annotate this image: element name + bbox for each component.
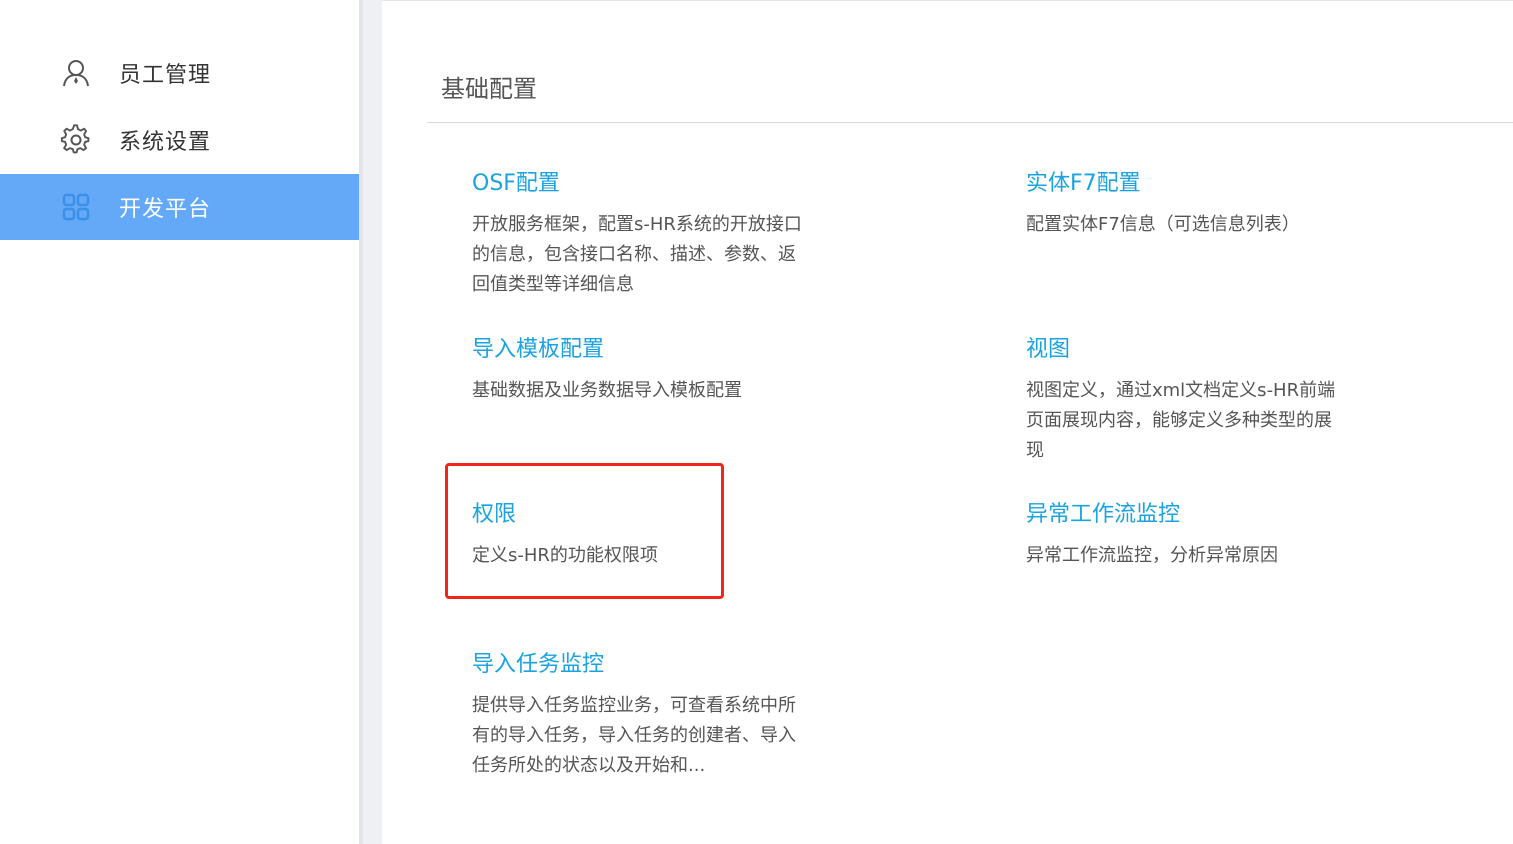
sidebar-item-system-settings[interactable]: 系统设置	[0, 107, 359, 173]
card-description: 异常工作流监控，分析异常原因	[1026, 545, 1278, 566]
card-description: 配置实体F7信息（可选信息列表）	[1026, 214, 1300, 235]
sidebar-item-label: 系统设置	[119, 130, 212, 155]
sidebar: 员工管理 系统设置 开发平台	[0, 0, 359, 844]
grid-apps-icon	[60, 191, 92, 223]
section-title: 基础配置	[441, 75, 537, 103]
user-icon	[60, 57, 92, 89]
card-import-template-config: 导入模板配置 基础数据及业务数据导入模板配置	[472, 334, 812, 406]
sidebar-item-label: 员工管理	[119, 63, 212, 88]
card-description: 提供导入任务监控业务，可查看系统中所有的导入任务，导入任务的创建者、导入任务所处…	[472, 695, 796, 776]
card-description: 开放服务框架，配置s-HR系统的开放接口的信息，包含接口名称、描述、参数、返回值…	[472, 214, 802, 295]
card-title-link[interactable]: 导入任务监控	[472, 649, 807, 681]
app-root: 员工管理 系统设置 开发平台 基础配置 OSF配置 开放服务框架，配置s-HR系…	[0, 0, 1513, 844]
card-title-link[interactable]: 异常工作流监控	[1026, 499, 1366, 531]
panel-divider	[359, 0, 382, 844]
gear-icon	[60, 124, 92, 156]
card-import-task-monitor: 导入任务监控 提供导入任务监控业务，可查看系统中所有的导入任务，导入任务的创建者…	[472, 649, 807, 781]
card-view: 视图 视图定义，通过xml文档定义s-HR前端页面展现内容，能够定义多种类型的展…	[1026, 334, 1344, 466]
sidebar-item-label: 开发平台	[119, 197, 212, 222]
card-osf-config: OSF配置 开放服务框架，配置s-HR系统的开放接口的信息，包含接口名称、描述、…	[472, 168, 802, 300]
card-title-link[interactable]: 实体F7配置	[1026, 168, 1366, 200]
highlight-annotation-box	[445, 463, 724, 599]
card-title-link[interactable]: 视图	[1026, 334, 1344, 366]
card-description: 视图定义，通过xml文档定义s-HR前端页面展现内容，能够定义多种类型的展现	[1026, 380, 1336, 461]
main-content: 基础配置 OSF配置 开放服务框架，配置s-HR系统的开放接口的信息，包含接口名…	[382, 0, 1513, 844]
section-divider	[427, 122, 1513, 123]
card-title-link[interactable]: 导入模板配置	[472, 334, 812, 366]
sidebar-item-dev-platform[interactable]: 开发平台	[0, 174, 359, 240]
card-abnormal-workflow-monitor: 异常工作流监控 异常工作流监控，分析异常原因	[1026, 499, 1366, 571]
card-description: 基础数据及业务数据导入模板配置	[472, 380, 742, 401]
card-title-link[interactable]: OSF配置	[472, 168, 802, 200]
sidebar-item-employee-management[interactable]: 员工管理	[0, 40, 359, 106]
card-entity-f7-config: 实体F7配置 配置实体F7信息（可选信息列表）	[1026, 168, 1366, 240]
